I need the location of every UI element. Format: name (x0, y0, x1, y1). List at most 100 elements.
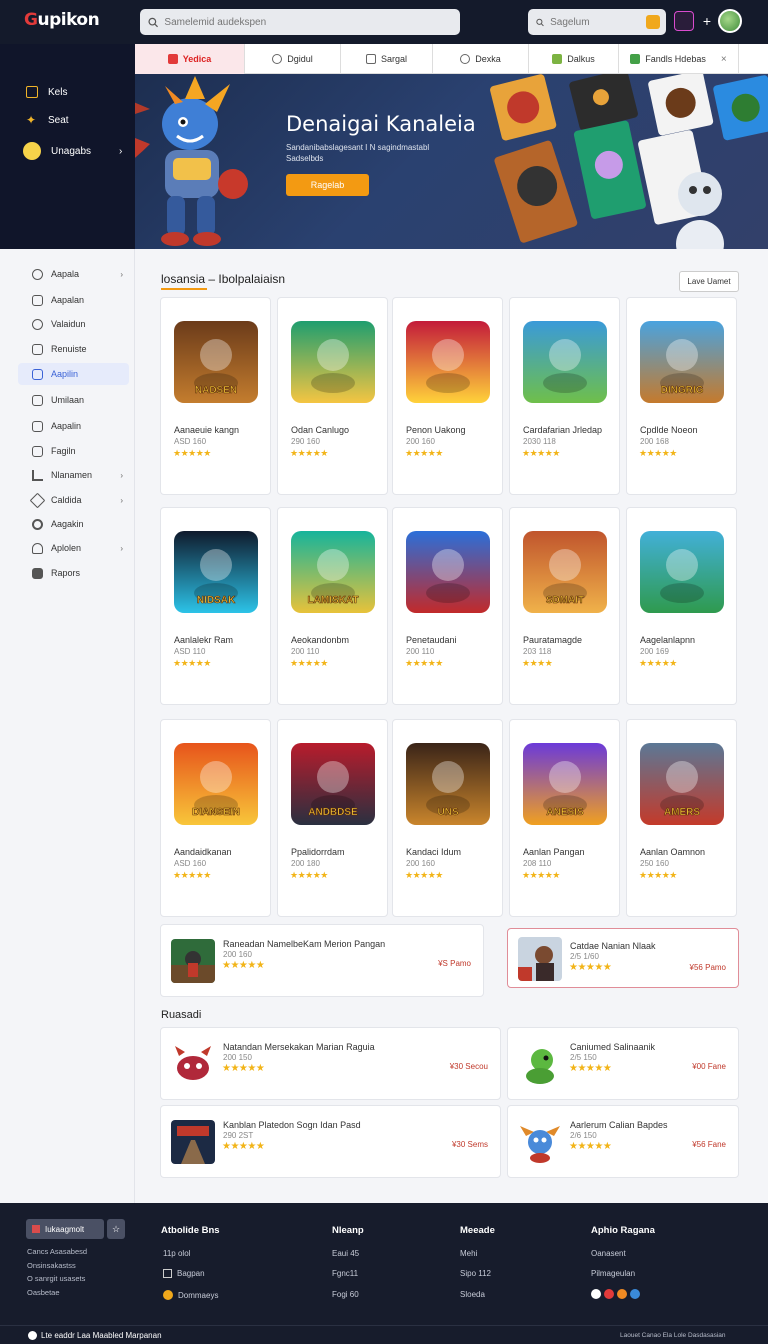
sidebar-item-fagiln[interactable]: Fagiln (18, 440, 129, 462)
popular-card[interactable]: Caniumed Salinaanik 2/5 150 ★★★★★ ¥00 Fa… (507, 1027, 739, 1100)
search-input[interactable] (164, 16, 460, 28)
featured-card[interactable]: Catdae Nanian Nlaak 2/5 1/60 ★★★★★ ¥56 P… (507, 928, 739, 988)
favorite-icon[interactable]: ☆ (107, 1219, 125, 1239)
clock-icon (23, 142, 41, 160)
sidebar-item-rapors[interactable]: Rapors (18, 562, 129, 584)
game-card[interactable]: NADSEN Aanaeuie kangn ASD 160 ★★★★★ (160, 297, 271, 495)
footer-link[interactable]: Sloeda (460, 1290, 485, 1299)
tab-dexka[interactable]: Dexka (433, 44, 529, 74)
secondary-search-input[interactable] (550, 16, 646, 28)
social-links (591, 1289, 640, 1299)
window-icon (32, 294, 43, 306)
quick-link-kels[interactable]: Kels (26, 86, 67, 98)
social-icon-2[interactable] (604, 1289, 614, 1299)
game-card[interactable]: Penon Uakong 200 160 ★★★★★ (392, 297, 503, 495)
game-thumbnail: ANDBDSE (291, 743, 375, 825)
game-meta: 200 180 (291, 859, 320, 868)
sidebar-item-aapilin[interactable]: Aapilin (18, 363, 129, 385)
game-card[interactable]: DINGRIG Cpdlde Noeon 200 168 ★★★★★ (626, 297, 737, 495)
circle-icon (460, 54, 471, 64)
hero-cta-button[interactable]: Ragelab (286, 174, 369, 196)
main-search-bar[interactable] (140, 9, 460, 35)
game-thumbnail (406, 531, 490, 613)
game-emblem: AMERS (664, 807, 700, 818)
sidebar-item-aplolen[interactable]: Aplolen › (18, 537, 129, 559)
game-card[interactable]: Aagelanlapnn 200 169 ★★★★★ (626, 507, 737, 705)
game-card[interactable]: ANDBDSE Ppalidorrdam 200 180 ★★★★★ (277, 719, 388, 917)
game-card[interactable]: AMERS Aanlan Oamnon 250 160 ★★★★★ (626, 719, 737, 917)
game-card[interactable]: SDMAIT Pauratamagde 203 118 ★★★★ (509, 507, 620, 705)
app-logo[interactable]: Gupikon (24, 10, 100, 30)
popular-thumbnail (171, 1042, 215, 1086)
tab-dgidul[interactable]: Dgidul (245, 44, 341, 74)
quick-link-unagabs[interactable]: Unagabs › (23, 142, 122, 160)
rating-stars: ★★★★★ (569, 962, 612, 973)
sidebar-item-aapala[interactable]: Aapala › (18, 263, 129, 285)
sidebar-item-aapalan[interactable]: Aapalan (18, 289, 129, 311)
sidebar-item-nlanamen[interactable]: Nlanamen › (18, 464, 129, 486)
image-icon (32, 368, 43, 380)
featured-card[interactable]: Raneadan NamelbeKam Merion Pangan 200 16… (160, 924, 484, 997)
notifications-icon[interactable] (674, 11, 694, 31)
user-avatar[interactable] (718, 9, 742, 33)
popular-card[interactable]: Kanblan Platedon Sogn Idan Pasd 290 2ST … (160, 1105, 501, 1178)
sidebar-item-caldida[interactable]: Caldida › (18, 489, 129, 511)
sidebar-item-renuiste[interactable]: Renuiste (18, 338, 129, 360)
game-name: Cardafarian Jrledap (523, 425, 603, 435)
footer-link[interactable]: Mehi (460, 1249, 477, 1258)
footer-link[interactable]: Fogi 60 (332, 1290, 359, 1299)
footer-link[interactable]: Dommaeys (163, 1290, 218, 1300)
game-card[interactable]: ANESIS Aanlan Pangan 208 110 ★★★★★ (509, 719, 620, 917)
tab-yedica[interactable]: Yedica (135, 44, 245, 74)
footer-link[interactable]: 11p olol (163, 1249, 190, 1258)
sidebar-item-umilaan[interactable]: Umilaan (18, 389, 129, 411)
secondary-search-bar[interactable] (528, 9, 666, 35)
view-all-button[interactable]: Lave Uamet (679, 271, 739, 292)
grid-icon (552, 54, 563, 64)
rating-stars: ★★★★★ (405, 870, 443, 880)
popular-meta: 2/5 150 (570, 1053, 597, 1062)
game-card[interactable]: Odan Canlugo 290 160 ★★★★★ (277, 297, 388, 495)
footer-link[interactable]: Eaui 45 (332, 1249, 359, 1258)
tab-fandls-hdebas[interactable]: Fandls Hdebas × (619, 44, 739, 74)
close-icon[interactable]: × (721, 54, 727, 65)
add-icon[interactable]: + (697, 11, 717, 31)
quick-link-seat[interactable]: ✦ Seat (26, 114, 69, 126)
rating-stars: ★★★★★ (173, 658, 211, 668)
social-icon-4[interactable] (630, 1289, 640, 1299)
footer-link[interactable]: Pilmageulan (591, 1269, 635, 1278)
game-card[interactable]: NIDSAK Aanlalekr Ram ASD 110 ★★★★★ (160, 507, 271, 705)
tab-sargal[interactable]: Sargal (341, 44, 433, 74)
chevron-right-icon: › (120, 470, 123, 480)
rating-stars: ★★★★★ (405, 448, 443, 458)
footer-link[interactable]: Bagpan (163, 1269, 205, 1278)
footer-badge[interactable]: Iukaagmolt (26, 1219, 104, 1239)
game-card[interactable]: LAMISKAT Aeokandonbm 200 110 ★★★★★ (277, 507, 388, 705)
popular-card[interactable]: Aarlerum Calian Bapdes 2/6 150 ★★★★★ ¥56… (507, 1105, 739, 1178)
footer-column-title: Atbolide Bns (161, 1225, 220, 1236)
game-thumbnail: AMERS (640, 743, 724, 825)
social-icon-3[interactable] (617, 1289, 627, 1299)
footer-link[interactable]: Oanasent (591, 1249, 626, 1258)
sidebar-item-aapalin[interactable]: Aapalin (18, 415, 129, 437)
game-artwork (406, 321, 490, 403)
tab-dalkus[interactable]: Dalkus (529, 44, 619, 74)
footer-link[interactable]: Sipo 112 (460, 1269, 491, 1278)
footer-link[interactable]: Fgnc11 (332, 1269, 358, 1278)
game-meta: 203 118 (523, 647, 552, 656)
social-icon-1[interactable] (591, 1289, 601, 1299)
game-card[interactable]: UNS Kandaci Idum 200 160 ★★★★★ (392, 719, 503, 917)
sidebar-item-valaidun[interactable]: Valaidun (18, 313, 129, 335)
game-card[interactable]: DIANSEIN Aandaidkanan ASD 160 ★★★★★ (160, 719, 271, 917)
game-card[interactable]: Penetaudani 200 110 ★★★★★ (392, 507, 503, 705)
footer-tagline: Onsinsakastss (27, 1261, 76, 1270)
game-artwork (291, 321, 375, 403)
game-artwork (523, 321, 607, 403)
game-card[interactable]: Cardafarian Jrledap 2030 118 ★★★★★ (509, 297, 620, 495)
featured-meta: 200 160 (223, 950, 252, 959)
game-meta: 250 160 (640, 859, 669, 868)
sidebar-item-aagakin[interactable]: Aagakin (18, 513, 129, 535)
popular-card[interactable]: Natandan Mersekakan Marian Raguia 200 15… (160, 1027, 501, 1100)
coin-icon[interactable] (646, 15, 660, 29)
globe-icon (32, 268, 43, 280)
